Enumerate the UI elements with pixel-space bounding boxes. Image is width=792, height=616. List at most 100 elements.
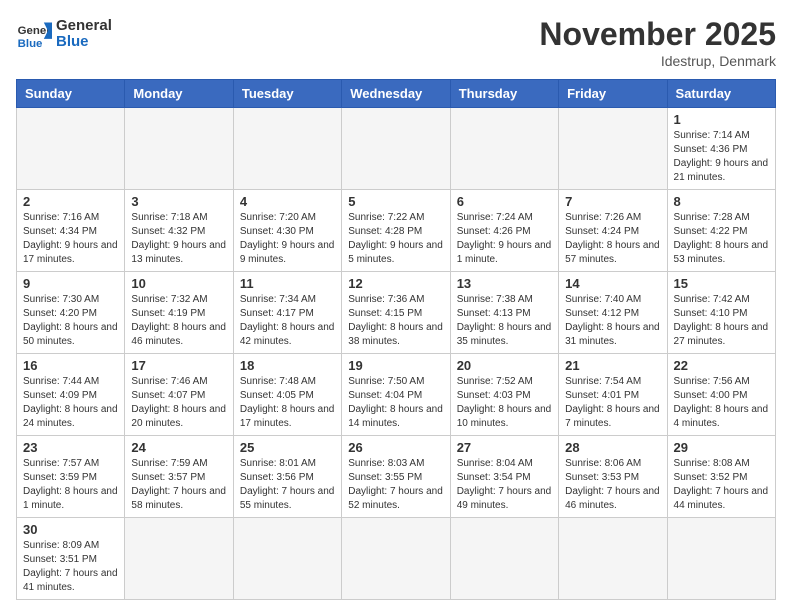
day-of-week-header: Wednesday xyxy=(342,80,450,108)
day-info: Sunrise: 7:22 AM Sunset: 4:28 PM Dayligh… xyxy=(348,211,443,267)
calendar-day-cell: 3 Sunrise: 7:18 AM Sunset: 4:32 PM Daylig… xyxy=(125,190,233,272)
day-number: 5 xyxy=(348,194,443,209)
calendar-day-cell xyxy=(559,108,667,190)
day-number: 10 xyxy=(131,276,226,291)
day-of-week-header: Sunday xyxy=(17,80,125,108)
calendar-day-cell: 9 Sunrise: 7:30 AM Sunset: 4:20 PM Daylig… xyxy=(17,272,125,354)
logo-icon: General Blue xyxy=(16,16,52,52)
day-info: Sunrise: 7:32 AM Sunset: 4:19 PM Dayligh… xyxy=(131,293,226,349)
calendar-day-cell: 11 Sunrise: 7:34 AM Sunset: 4:17 PM Dayli… xyxy=(233,272,341,354)
day-info: Sunrise: 7:44 AM Sunset: 4:09 PM Dayligh… xyxy=(23,375,118,431)
day-number: 4 xyxy=(240,194,335,209)
calendar-day-cell: 10 Sunrise: 7:32 AM Sunset: 4:19 PM Dayli… xyxy=(125,272,233,354)
day-info: Sunrise: 7:28 AM Sunset: 4:22 PM Dayligh… xyxy=(674,211,769,267)
calendar-day-cell: 6Sunrise: 7:24 AM Sunset: 4:26 PM Daylig… xyxy=(450,190,558,272)
calendar-day-cell: 15Sunrise: 7:42 AM Sunset: 4:10 PM Dayli… xyxy=(667,272,775,354)
day-info: Sunrise: 7:48 AM Sunset: 4:05 PM Dayligh… xyxy=(240,375,335,431)
calendar-day-cell: 26Sunrise: 8:03 AM Sunset: 3:55 PM Dayli… xyxy=(342,436,450,518)
calendar-day-cell: 8 Sunrise: 7:28 AM Sunset: 4:22 PM Daylig… xyxy=(667,190,775,272)
day-number: 9 xyxy=(23,276,118,291)
calendar-week-row: 30 Sunrise: 8:09 AM Sunset: 3:51 PM Dayli… xyxy=(17,518,776,600)
day-info: Sunrise: 7:57 AM Sunset: 3:59 PM Dayligh… xyxy=(23,457,118,513)
calendar-day-cell: 29Sunrise: 8:08 AM Sunset: 3:52 PM Dayli… xyxy=(667,436,775,518)
calendar-day-cell xyxy=(342,108,450,190)
day-info: Sunrise: 8:04 AM Sunset: 3:54 PM Dayligh… xyxy=(457,457,552,513)
calendar-day-cell: 22 Sunrise: 7:56 AM Sunset: 4:00 PM Dayli… xyxy=(667,354,775,436)
day-info: Sunrise: 7:59 AM Sunset: 3:57 PM Dayligh… xyxy=(131,457,226,513)
day-info: Sunrise: 7:42 AM Sunset: 4:10 PM Dayligh… xyxy=(674,293,769,349)
day-info: Sunrise: 7:26 AM Sunset: 4:24 PM Dayligh… xyxy=(565,211,660,267)
calendar-week-row: 16Sunrise: 7:44 AM Sunset: 4:09 PM Dayli… xyxy=(17,354,776,436)
day-number: 25 xyxy=(240,440,335,455)
calendar-day-cell: 14 Sunrise: 7:40 AM Sunset: 4:12 PM Dayli… xyxy=(559,272,667,354)
day-number: 22 xyxy=(674,358,769,373)
calendar-day-cell xyxy=(450,518,558,600)
calendar-day-cell: 20 Sunrise: 7:52 AM Sunset: 4:03 PM Dayli… xyxy=(450,354,558,436)
calendar-day-cell: 1Sunrise: 7:14 AM Sunset: 4:36 PM Daylig… xyxy=(667,108,775,190)
logo-blue-text: Blue xyxy=(56,34,112,51)
calendar-day-cell xyxy=(559,518,667,600)
calendar-day-cell: 27Sunrise: 8:04 AM Sunset: 3:54 PM Dayli… xyxy=(450,436,558,518)
day-info: Sunrise: 8:09 AM Sunset: 3:51 PM Dayligh… xyxy=(23,539,118,595)
day-number: 19 xyxy=(348,358,443,373)
day-info: Sunrise: 7:20 AM Sunset: 4:30 PM Dayligh… xyxy=(240,211,335,267)
title-area: November 2025 Idestrup, Denmark xyxy=(539,16,776,69)
day-info: Sunrise: 7:46 AM Sunset: 4:07 PM Dayligh… xyxy=(131,375,226,431)
day-number: 29 xyxy=(674,440,769,455)
calendar-day-cell xyxy=(667,518,775,600)
page-header: General Blue General Blue November 2025 … xyxy=(16,16,776,69)
day-info: Sunrise: 7:40 AM Sunset: 4:12 PM Dayligh… xyxy=(565,293,660,349)
day-number: 20 xyxy=(457,358,552,373)
calendar-day-cell xyxy=(17,108,125,190)
day-info: Sunrise: 7:30 AM Sunset: 4:20 PM Dayligh… xyxy=(23,293,118,349)
day-number: 3 xyxy=(131,194,226,209)
day-number: 14 xyxy=(565,276,660,291)
logo-general-text: General xyxy=(56,18,112,35)
month-title: November 2025 xyxy=(539,16,776,53)
calendar-day-cell: 17 Sunrise: 7:46 AM Sunset: 4:07 PM Dayli… xyxy=(125,354,233,436)
day-info: Sunrise: 7:14 AM Sunset: 4:36 PM Dayligh… xyxy=(674,129,769,185)
day-info: Sunrise: 7:24 AM Sunset: 4:26 PM Dayligh… xyxy=(457,211,552,267)
day-info: Sunrise: 7:38 AM Sunset: 4:13 PM Dayligh… xyxy=(457,293,552,349)
calendar-week-row: 9 Sunrise: 7:30 AM Sunset: 4:20 PM Daylig… xyxy=(17,272,776,354)
location-title: Idestrup, Denmark xyxy=(539,53,776,69)
day-info: Sunrise: 7:56 AM Sunset: 4:00 PM Dayligh… xyxy=(674,375,769,431)
calendar-day-cell xyxy=(450,108,558,190)
calendar-day-cell: 18 Sunrise: 7:48 AM Sunset: 4:05 PM Dayli… xyxy=(233,354,341,436)
day-info: Sunrise: 7:34 AM Sunset: 4:17 PM Dayligh… xyxy=(240,293,335,349)
day-number: 8 xyxy=(674,194,769,209)
calendar-day-cell: 24 Sunrise: 7:59 AM Sunset: 3:57 PM Dayli… xyxy=(125,436,233,518)
day-number: 28 xyxy=(565,440,660,455)
calendar-day-cell xyxy=(342,518,450,600)
day-of-week-header: Saturday xyxy=(667,80,775,108)
day-number: 30 xyxy=(23,522,118,537)
logo: General Blue General Blue xyxy=(16,16,112,52)
calendar-day-cell xyxy=(125,108,233,190)
day-info: Sunrise: 7:54 AM Sunset: 4:01 PM Dayligh… xyxy=(565,375,660,431)
day-info: Sunrise: 7:18 AM Sunset: 4:32 PM Dayligh… xyxy=(131,211,226,267)
day-info: Sunrise: 8:01 AM Sunset: 3:56 PM Dayligh… xyxy=(240,457,335,513)
day-number: 24 xyxy=(131,440,226,455)
day-info: Sunrise: 7:52 AM Sunset: 4:03 PM Dayligh… xyxy=(457,375,552,431)
day-number: 11 xyxy=(240,276,335,291)
calendar-week-row: 23Sunrise: 7:57 AM Sunset: 3:59 PM Dayli… xyxy=(17,436,776,518)
day-number: 13 xyxy=(457,276,552,291)
day-number: 21 xyxy=(565,358,660,373)
calendar-day-cell: 7Sunrise: 7:26 AM Sunset: 4:24 PM Daylig… xyxy=(559,190,667,272)
calendar-day-cell: 4 Sunrise: 7:20 AM Sunset: 4:30 PM Daylig… xyxy=(233,190,341,272)
calendar-day-cell: 25 Sunrise: 8:01 AM Sunset: 3:56 PM Dayli… xyxy=(233,436,341,518)
calendar-day-cell: 12 Sunrise: 7:36 AM Sunset: 4:15 PM Dayli… xyxy=(342,272,450,354)
calendar-day-cell: 23Sunrise: 7:57 AM Sunset: 3:59 PM Dayli… xyxy=(17,436,125,518)
day-number: 18 xyxy=(240,358,335,373)
day-number: 17 xyxy=(131,358,226,373)
day-number: 12 xyxy=(348,276,443,291)
day-info: Sunrise: 7:36 AM Sunset: 4:15 PM Dayligh… xyxy=(348,293,443,349)
day-info: Sunrise: 8:03 AM Sunset: 3:55 PM Dayligh… xyxy=(348,457,443,513)
calendar-day-cell: 19Sunrise: 7:50 AM Sunset: 4:04 PM Dayli… xyxy=(342,354,450,436)
calendar-day-cell: 16Sunrise: 7:44 AM Sunset: 4:09 PM Dayli… xyxy=(17,354,125,436)
day-of-week-header: Tuesday xyxy=(233,80,341,108)
svg-text:Blue: Blue xyxy=(18,38,43,50)
calendar-day-cell xyxy=(233,518,341,600)
day-info: Sunrise: 7:16 AM Sunset: 4:34 PM Dayligh… xyxy=(23,211,118,267)
calendar-day-cell: 28Sunrise: 8:06 AM Sunset: 3:53 PM Dayli… xyxy=(559,436,667,518)
